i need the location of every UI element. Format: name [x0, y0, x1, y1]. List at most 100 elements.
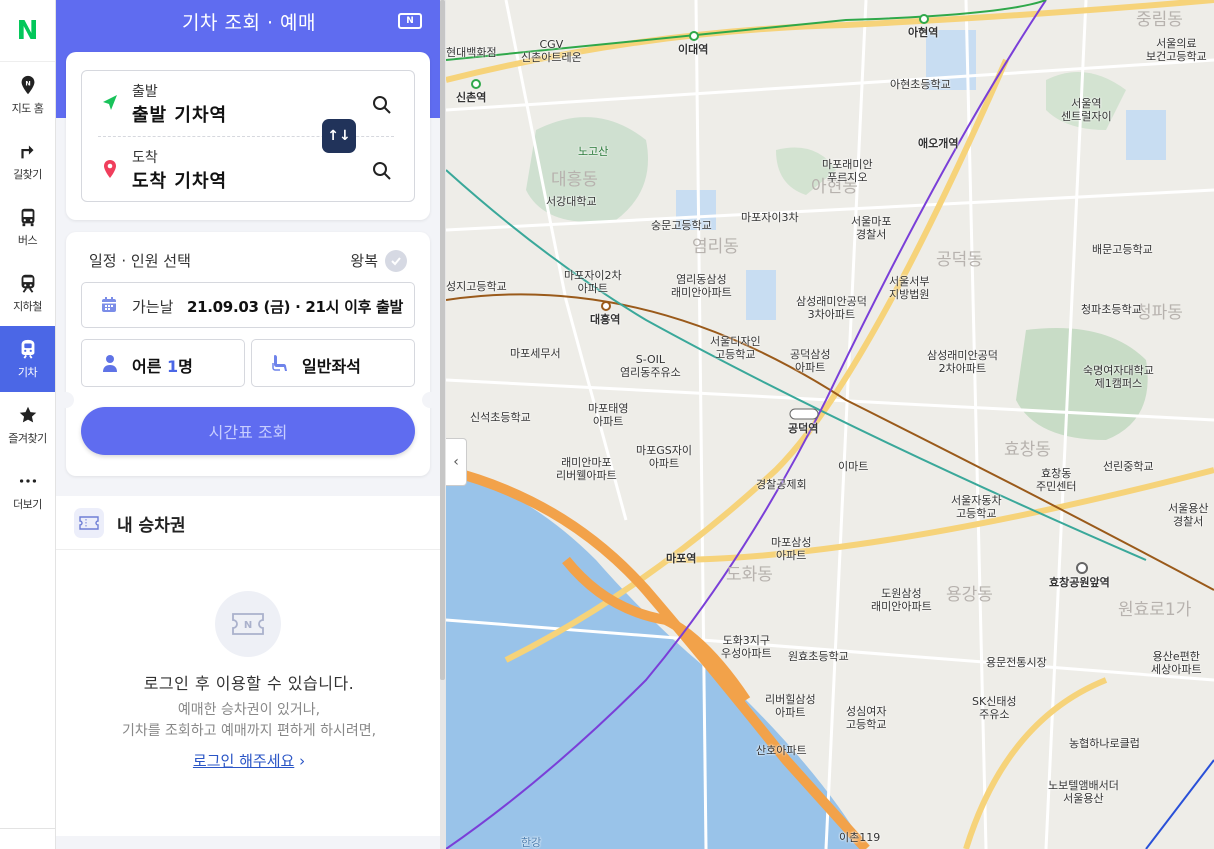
poi-label[interactable]: 효창동 주민센터 [1036, 467, 1076, 493]
nav-label: 지도 홈 [11, 102, 44, 115]
empty-sub-message: 예매한 승차권이 있거나, 기차를 조회하고 예매까지 편하게 하시려면, [56, 700, 442, 742]
bus-icon [21, 208, 34, 227]
station-label[interactable]: 신촌역 [456, 91, 486, 104]
station-label[interactable]: 이대역 [678, 43, 708, 56]
poi-label[interactable]: 경찰공제회 [756, 478, 807, 491]
poi-label[interactable]: 노보텔앰배서더 서울용산 [1048, 779, 1119, 805]
nav-item-map-home[interactable]: N 지도 홈 [0, 62, 55, 128]
poi-label[interactable]: 서울의료 보건고등학교 [1146, 37, 1207, 63]
poi-label[interactable]: 도원삼성 래미안아파트 [871, 587, 932, 613]
nav-item-favorites[interactable]: 즐겨찾기 [0, 392, 55, 458]
poi-label[interactable]: 공덕삼성 아파트 [790, 348, 830, 374]
poi-label[interactable]: 도화3지구 우성아파트 [721, 634, 772, 660]
poi-label[interactable]: SK신태성 주유소 [972, 695, 1017, 721]
arrival-field[interactable]: 도착 도착 기차역 [82, 137, 414, 201]
check-icon [391, 257, 401, 266]
date-field[interactable]: 가는날 21.09.03 (금) · 21시 이후 출발 [81, 282, 415, 328]
passenger-field[interactable]: 어른 1명 [81, 339, 245, 387]
poi-label[interactable]: 래미안마포 리버웰아파트 [556, 456, 617, 482]
area-label: 중림동 [1136, 10, 1183, 30]
poi-label[interactable]: 마포태영 아파트 [588, 402, 628, 428]
poi-label[interactable]: 용산e편한 세상아파트 [1151, 650, 1202, 676]
poi-label[interactable]: 숙명여자대학교 제1캠퍼스 [1083, 364, 1154, 390]
poi-label[interactable]: 이촌119 [839, 831, 880, 844]
poi-label[interactable]: 청파초등학교 [1081, 303, 1142, 316]
route-box: 출발 출발 기차역 도착 도착 기차역 ↑↓ [81, 70, 415, 202]
departure-field[interactable]: 출발 출발 기차역 [82, 71, 414, 135]
calendar-icon [102, 297, 116, 312]
naver-logo[interactable]: N [0, 0, 55, 62]
poi-label[interactable]: 마포삼성 아파트 [771, 536, 811, 562]
poi-label[interactable]: 마포자이3차 [741, 211, 799, 224]
round-trip-label[interactable]: 왕복 [350, 250, 378, 271]
area-label: 원효로1가 [1118, 600, 1192, 620]
nav-item-subway[interactable]: 지하철 [0, 260, 55, 326]
poi-label[interactable]: 삼성래미안공덕 2차아파트 [927, 349, 998, 375]
poi-label[interactable]: 성심여자 고등학교 [846, 705, 886, 731]
subway-icon [21, 274, 34, 293]
arrival-label: 도착 [132, 150, 158, 166]
my-tickets-header: 내 승차권 [56, 496, 442, 550]
login-link-text[interactable]: 로그인 해주세요 [193, 752, 294, 770]
arrival-pin-icon [104, 160, 116, 178]
login-link[interactable]: 로그인 해주세요 › [56, 750, 442, 771]
poi-label[interactable]: 선린중학교 [1103, 460, 1154, 473]
poi-label[interactable]: 서울디자인 고등학교 [710, 335, 761, 361]
poi-label[interactable]: 용문전통시장 [986, 656, 1047, 669]
map-canvas [446, 0, 1214, 849]
poi-label[interactable]: 숭문고등학교 [651, 219, 712, 232]
poi-label[interactable]: 서울용산 경찰서 [1168, 502, 1208, 528]
poi-label[interactable]: 산호아파트 [756, 744, 807, 757]
poi-label[interactable]: 서울역 센트럴자이 [1061, 97, 1112, 123]
poi-label[interactable]: 마포자이2차 아파트 [564, 269, 622, 295]
nav-item-bus[interactable]: 버스 [0, 194, 55, 260]
poi-label[interactable]: 마포세무서 [510, 347, 561, 360]
station-label[interactable]: 공덕역 [788, 422, 818, 435]
map-view[interactable]: 대흥동 염리동 아현동 공덕동 도화동 용강동 효창동 청파동 중림동 원효로1… [446, 0, 1214, 849]
card-notch [58, 392, 74, 408]
poi-label[interactable]: 리버힐삼성 아파트 [765, 693, 816, 719]
passenger-count: 1 [167, 357, 179, 376]
poi-label[interactable]: 신석초등학교 [470, 411, 531, 424]
collapse-panel-button[interactable]: ‹ [446, 438, 467, 486]
poi-label[interactable]: 삼성래미안공덕 3차아파트 [796, 295, 867, 321]
nav-divider [0, 828, 56, 829]
poi-label[interactable]: 농협하나로클럽 [1069, 737, 1140, 750]
nav-item-train[interactable]: 기차 [0, 326, 55, 392]
station-label[interactable]: 대흥역 [590, 313, 620, 326]
poi-label[interactable]: 서울자동차 고등학교 [951, 494, 1002, 520]
panel-scroll-thumb[interactable] [440, 0, 445, 680]
poi-label[interactable]: 배문고등학교 [1092, 243, 1153, 256]
poi-label[interactable]: CGV 신촌아트레온 [521, 38, 582, 64]
station-label[interactable]: 아현역 [908, 26, 938, 39]
round-trip-checkbox[interactable] [385, 250, 407, 272]
poi-label[interactable]: 서울서부 지방법원 [889, 275, 929, 301]
swap-stations-button[interactable]: ↑↓ [322, 119, 356, 153]
area-label: 도화동 [726, 565, 773, 585]
nav-label: 더보기 [13, 498, 42, 511]
poi-label[interactable]: 성지고등학교 [446, 280, 507, 293]
nav-item-more[interactable]: 더보기 [0, 458, 55, 524]
poi-label[interactable]: S-OIL 염리동주유소 [620, 353, 681, 379]
station-label[interactable]: 마포역 [666, 552, 696, 565]
search-icon[interactable] [372, 95, 392, 115]
poi-label[interactable]: 이마트 [838, 460, 868, 473]
poi-label[interactable]: 노고산 [578, 145, 608, 158]
nav-item-directions[interactable]: 길찾기 [0, 128, 55, 194]
seat-type-field[interactable]: 일반좌석 [251, 339, 415, 387]
poi-label[interactable]: 현대백화점 [446, 46, 497, 59]
search-timetable-button[interactable]: 시간표 조회 [81, 407, 415, 455]
poi-label[interactable]: 서울마포 경찰서 [851, 215, 891, 241]
station-label[interactable]: 애오개역 [918, 137, 958, 150]
station-label[interactable]: 효창공원앞역 [1049, 576, 1110, 589]
poi-label[interactable]: 마포래미안 푸르지오 [822, 158, 873, 184]
poi-label[interactable]: 아현초등학교 [890, 78, 951, 91]
poi-label[interactable]: 서강대학교 [546, 195, 597, 208]
ticket-icon [74, 508, 104, 538]
search-icon[interactable] [372, 161, 392, 181]
poi-label[interactable]: 마포GS자이 아파트 [636, 444, 692, 470]
poi-label[interactable]: 염리동삼성 래미안아파트 [671, 273, 732, 299]
poi-label[interactable]: 원효초등학교 [788, 650, 849, 663]
ticket-icon[interactable]: N [398, 13, 422, 29]
nav-label: 길찾기 [13, 168, 42, 181]
